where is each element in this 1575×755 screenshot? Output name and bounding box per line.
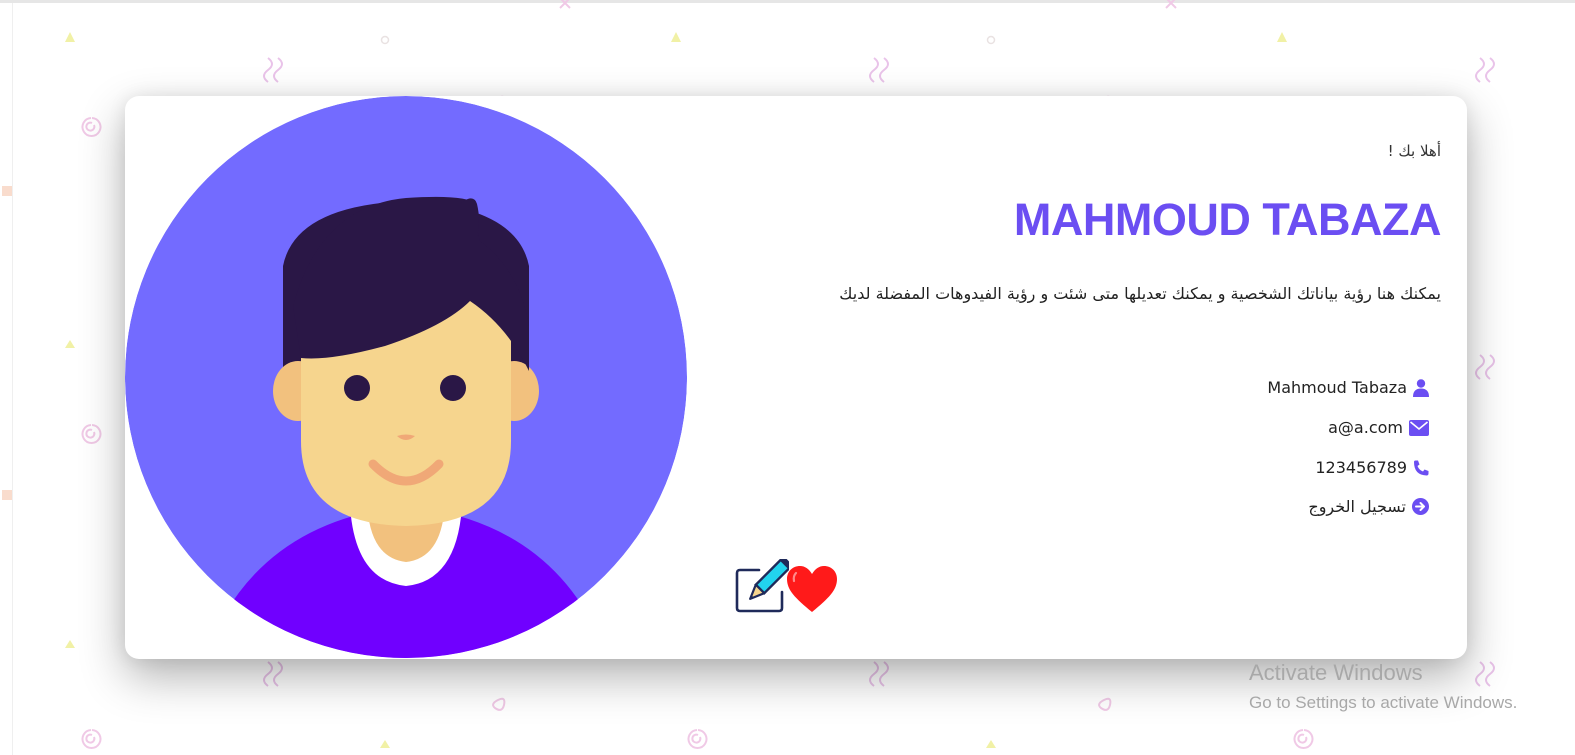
windows-watermark-title: Activate Windows: [1249, 660, 1423, 685]
favorites-button[interactable]: [785, 564, 839, 614]
windows-watermark-subtitle: Go to Settings to activate Windows.: [1249, 693, 1518, 712]
avatar: [125, 96, 688, 659]
info-email-value: a@a.com: [1328, 418, 1403, 437]
user-name-heading: MAHMOUD TABAZA: [1013, 194, 1442, 245]
logout-link[interactable]: تسجيل الخروج: [1308, 497, 1429, 516]
heart-icon: [787, 566, 837, 612]
info-name-value: Mahmoud Tabaza: [1267, 378, 1407, 397]
envelope-icon: [1409, 419, 1429, 436]
profile-description: يمكنك هنا رؤية بياناتك الشخصية و يمكنك ت…: [839, 284, 1441, 303]
info-email: a@a.com: [1328, 418, 1429, 437]
logout-label: تسجيل الخروج: [1308, 497, 1406, 516]
edit-profile-button[interactable]: [735, 556, 793, 615]
user-icon: [1413, 378, 1429, 397]
profile-card: أهلا بك ! MAHMOUD TABAZA يمكنك هنا رؤية …: [125, 96, 1467, 659]
phone-icon: [1414, 460, 1429, 475]
info-name: Mahmoud Tabaza: [1267, 378, 1429, 397]
info-phone-value: 123456789: [1315, 458, 1407, 477]
greeting-text: أهلا بك !: [1387, 142, 1441, 160]
profile-actions: [735, 556, 865, 619]
arrow-circle-right-icon: [1412, 498, 1429, 515]
info-phone: 123456789: [1315, 458, 1429, 477]
pencil-square-icon: [735, 556, 793, 613]
